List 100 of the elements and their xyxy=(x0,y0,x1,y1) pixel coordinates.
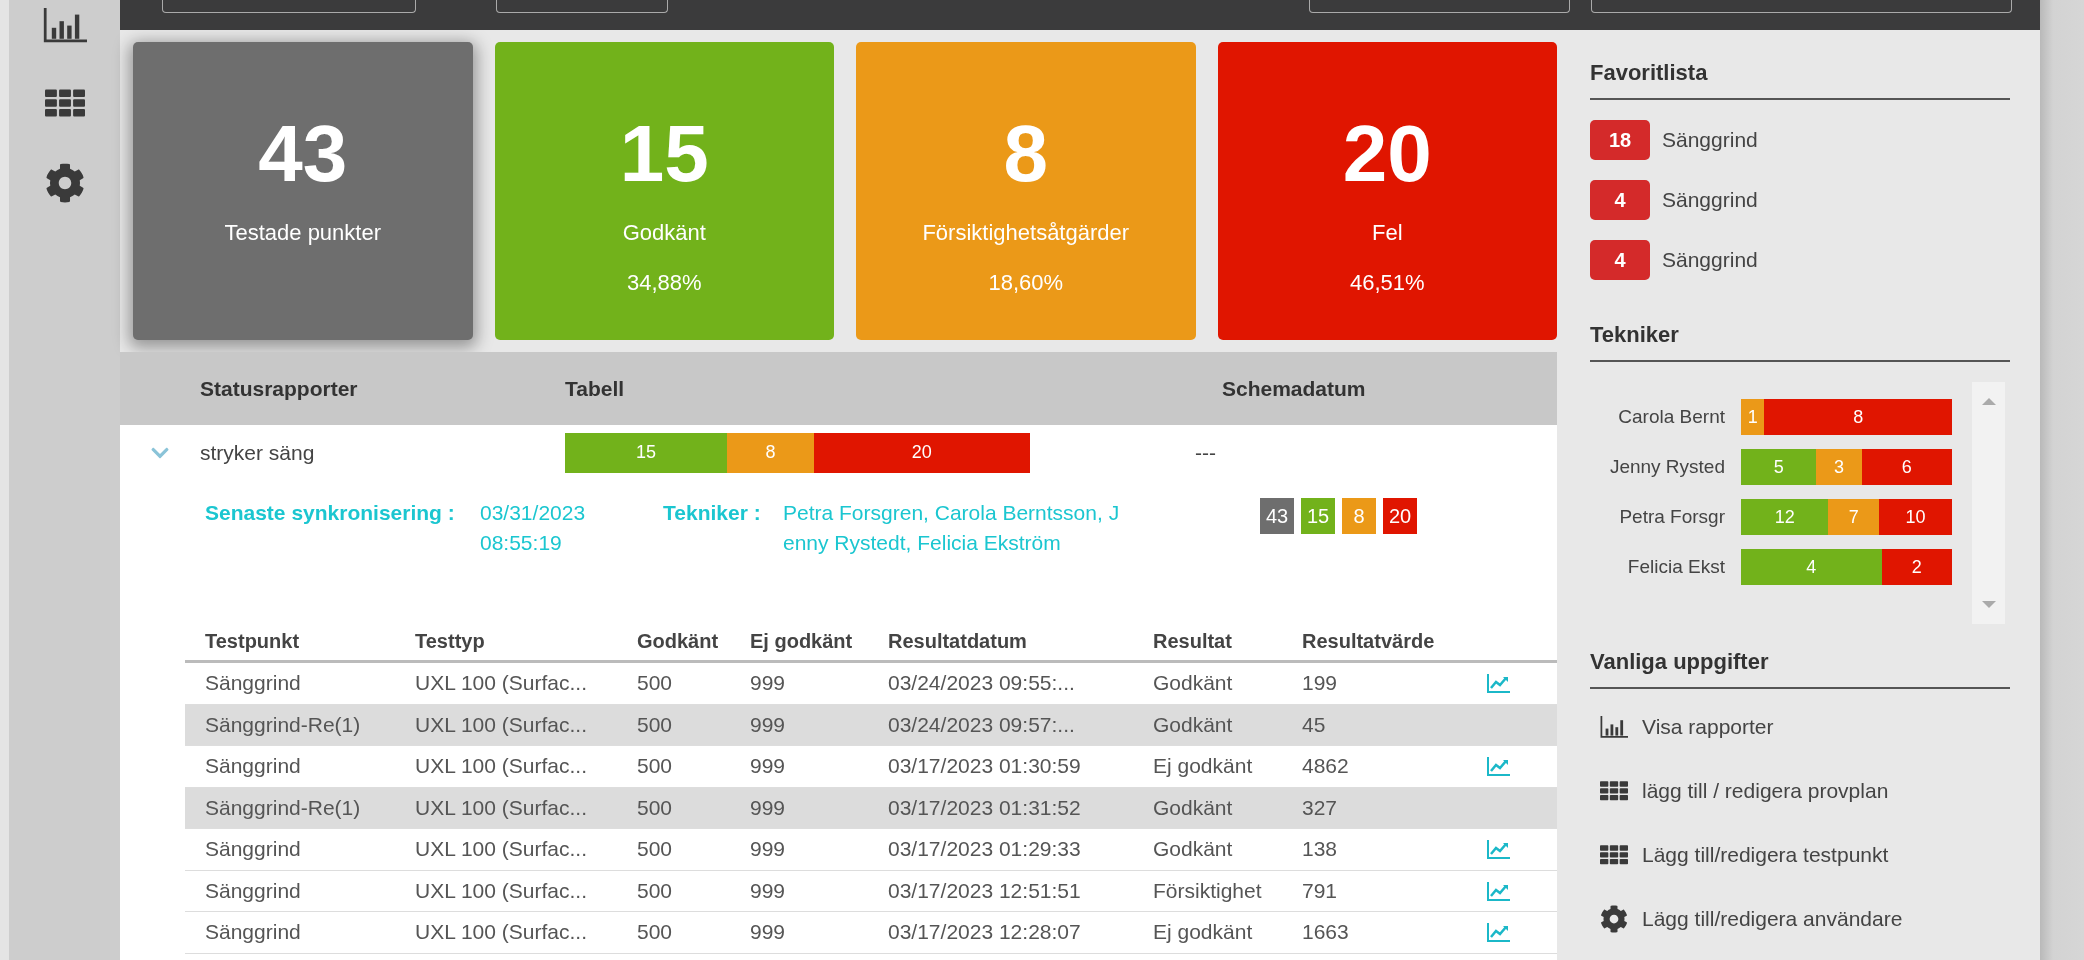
settings-icon xyxy=(44,163,85,204)
count-badge: 4 xyxy=(1590,240,1650,280)
bar-segment: 2 xyxy=(1881,549,1952,585)
scrollbar[interactable] xyxy=(1972,382,2005,624)
table-cell-text: 03/17/2023 01:31:52 xyxy=(888,795,1082,820)
table-cell-text: Ej godkänt xyxy=(1153,754,1254,779)
column-header: Resultatvärde xyxy=(1302,629,1436,653)
task-link[interactable]: lägg till / redigera provplan xyxy=(1600,759,2010,823)
grid-icon xyxy=(1600,845,1628,865)
table-row[interactable]: Sänggrind-Re(1) UXL 100 (Surfac... 500 999 03/17/2023 01:31:52 Godkänt 327 xyxy=(185,787,1557,829)
column-header: Godkänt xyxy=(637,629,720,653)
bar-segment: 5 xyxy=(1741,449,1817,485)
card-label: Godkänt xyxy=(622,220,706,246)
table-cell-text: Ej godkänt xyxy=(1153,920,1254,945)
table-cell-text: 500 xyxy=(637,671,674,696)
section-title: Tekniker xyxy=(1590,322,2010,362)
card-label: Fel xyxy=(1371,220,1403,246)
input-field[interactable] xyxy=(162,0,416,13)
count-badge: 20 xyxy=(1383,498,1417,534)
count-badge: 18 xyxy=(1590,120,1650,160)
table-cell-text: Sänggrind xyxy=(205,920,302,945)
chart-icon xyxy=(1600,715,1628,739)
summary-card[interactable]: 43 Testade punkter xyxy=(133,42,473,340)
summary-card[interactable]: 20 Fel 46,51% xyxy=(1217,42,1557,340)
table-cell-text: UXL 100 (Surfac... xyxy=(415,795,588,820)
grid-icon xyxy=(1600,781,1628,801)
column-header: Testtyp xyxy=(415,629,486,653)
trend-icon[interactable] xyxy=(1487,839,1511,860)
table-cell-text: 500 xyxy=(637,712,674,737)
table-cell-text: 999 xyxy=(750,878,787,903)
bar-segment: 7 xyxy=(1828,499,1880,535)
task-link[interactable]: Lägg till/redigera testpunkt xyxy=(1600,823,2010,887)
scroll-up-icon[interactable] xyxy=(1980,396,1997,406)
table-cell-text: 791 xyxy=(1302,878,1339,903)
favorite-item[interactable]: Sänggrind xyxy=(1662,188,1758,212)
count-badge: 43 xyxy=(1260,498,1294,534)
table-cell-text: 1663 xyxy=(1302,920,1350,945)
settings-icon xyxy=(1600,905,1628,933)
nav-button[interactable] xyxy=(42,8,87,44)
table-row[interactable]: Sänggrind-Re(1) UXL 100 (Surfac... 500 999 03/24/2023 09:57:... Godkänt 45 xyxy=(185,704,1557,746)
technician-name: Felicia Ekst xyxy=(1626,556,1725,578)
bar-segment: 10 xyxy=(1879,499,1952,535)
table-cell-text: Sänggrind xyxy=(205,878,302,903)
bar-segment: 15 xyxy=(565,432,728,473)
favorite-item[interactable]: Sänggrind xyxy=(1662,248,1758,272)
table-cell-text: 327 xyxy=(1302,795,1339,820)
nav-button[interactable] xyxy=(44,89,85,118)
card-number: 8 xyxy=(1003,114,1048,194)
column-header: Tabell xyxy=(565,376,626,401)
column-header: Schemadatum xyxy=(1222,376,1367,401)
bar-segment: 1 xyxy=(1741,399,1765,435)
table-cell-text: Sänggrind xyxy=(205,837,302,862)
table-cell-text: Godkänt xyxy=(1153,712,1234,737)
sync-value: 03/31/2023 08:55:19 xyxy=(480,500,587,556)
card-number: 43 xyxy=(258,114,348,194)
table-cell-text: 45 xyxy=(1302,712,1327,737)
card-percent: 34,88% xyxy=(626,270,702,296)
trend-icon[interactable] xyxy=(1487,880,1511,901)
card-label: Testade punkter xyxy=(224,220,381,246)
chart-icon xyxy=(42,8,87,44)
table-cell-text: 999 xyxy=(750,712,787,737)
table-cell-text: 03/17/2023 01:29:33 xyxy=(888,837,1082,862)
table-cell-text: UXL 100 (Surfac... xyxy=(415,920,588,945)
column-header: Ej godkänt xyxy=(750,629,854,653)
card-number: 15 xyxy=(619,114,709,194)
favorite-item[interactable]: Sänggrind xyxy=(1662,128,1758,152)
trend-icon[interactable] xyxy=(1487,673,1511,694)
input-field[interactable] xyxy=(1591,0,2012,13)
technician-name: Jenny Rysted xyxy=(1608,456,1725,478)
table-cell-text: 03/24/2023 09:55:... xyxy=(888,671,1076,696)
table-cell-text: Sänggrind-Re(1) xyxy=(205,795,362,820)
table-cell-text: Godkänt xyxy=(1153,795,1234,820)
count-badge: 4 xyxy=(1590,180,1650,220)
table-cell-text: 500 xyxy=(637,837,674,862)
bar-segment: 12 xyxy=(1741,499,1829,535)
table-cell-text: Försiktighet xyxy=(1153,878,1263,903)
task-link[interactable]: Lägg till/redigera användare xyxy=(1600,887,2010,951)
technicians-label: Tekniker : xyxy=(663,500,762,526)
count-badge: 8 xyxy=(1342,498,1376,534)
input-field[interactable] xyxy=(1309,0,1570,13)
trend-icon[interactable] xyxy=(1487,756,1511,777)
column-header: Resultat xyxy=(1153,629,1233,653)
table-cell-text: 138 xyxy=(1302,837,1339,862)
table-cell-text: 999 xyxy=(750,837,787,862)
table-cell-text: Godkänt xyxy=(1153,837,1234,862)
column-header: Statusrapporter xyxy=(200,376,359,401)
schedule-date: --- xyxy=(1195,440,1217,465)
card-label: Försiktighetsåtgärder xyxy=(922,220,1130,246)
technician-name: Petra Forsgr xyxy=(1618,506,1725,528)
count-badge: 15 xyxy=(1301,498,1335,534)
scroll-down-icon[interactable] xyxy=(1980,600,1997,610)
table-cell-text: UXL 100 (Surfac... xyxy=(415,837,588,862)
task-link[interactable]: Visa rapporter xyxy=(1600,695,2010,759)
bar-segment: 6 xyxy=(1861,449,1952,485)
trend-icon[interactable] xyxy=(1487,922,1511,943)
bar-segment: 3 xyxy=(1816,449,1862,485)
input-field[interactable] xyxy=(496,0,668,13)
table-cell-text: UXL 100 (Surfac... xyxy=(415,878,588,903)
nav-button[interactable] xyxy=(44,163,85,204)
column-header: Testpunkt xyxy=(205,629,301,653)
